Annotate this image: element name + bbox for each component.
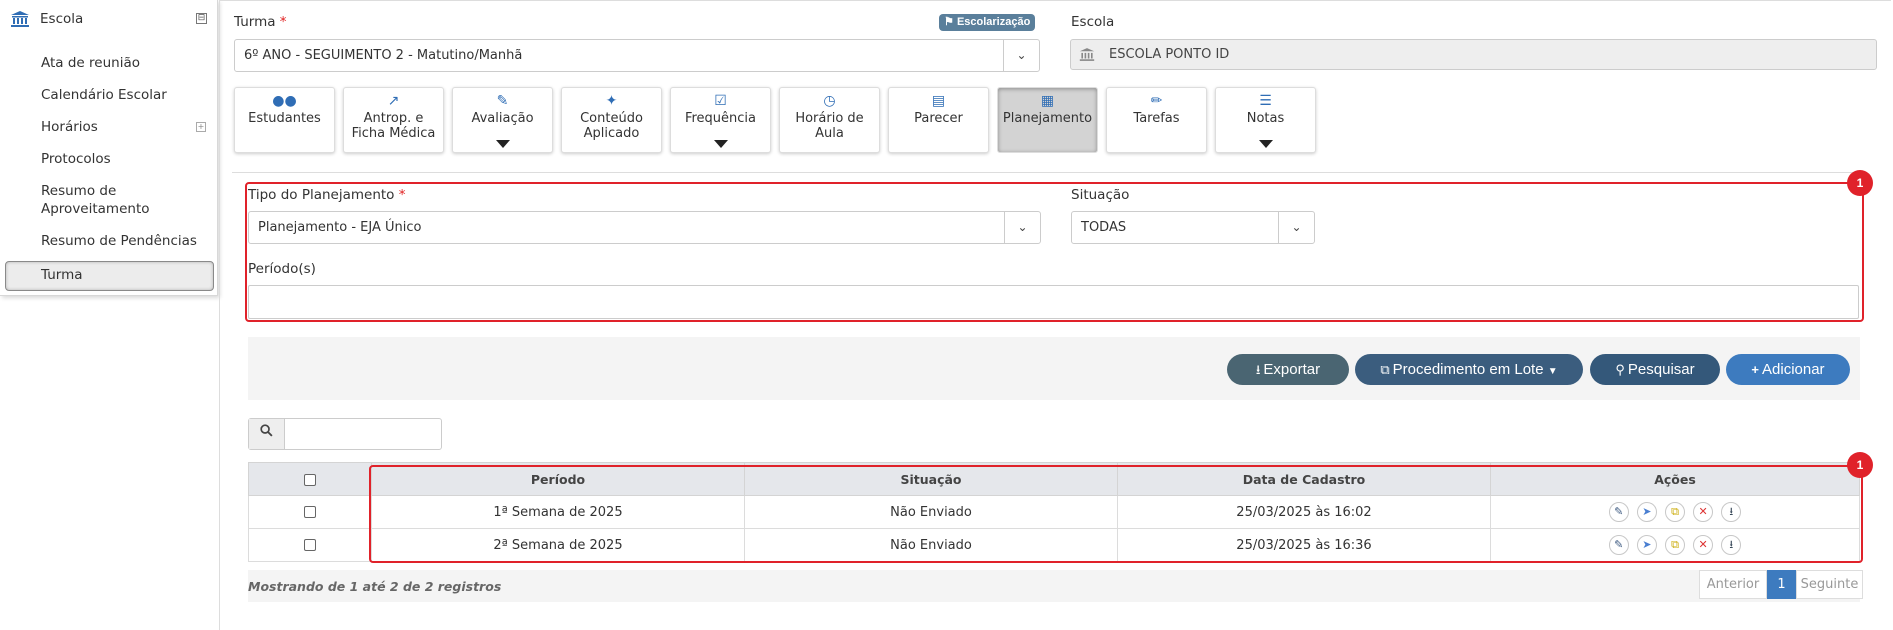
sidebar-item-label: Calendário Escolar — [41, 87, 167, 103]
copy-icon: ⧉ — [1380, 362, 1390, 377]
collapse-toggle-icon[interactable]: ⊟ — [196, 13, 207, 24]
row-checkbox[interactable] — [304, 506, 316, 518]
sidebar-item-turma[interactable]: Turma — [5, 261, 214, 291]
row-checkbox[interactable] — [304, 539, 316, 551]
sidebar-item-label: Resumo de Aproveitamento — [41, 183, 150, 217]
edit-icon: ✎ — [496, 93, 509, 109]
turma-label: Turma * — [234, 14, 287, 30]
tab-horario-de-aula[interactable]: ◷ Horário de Aula — [779, 87, 880, 153]
exportar-button[interactable]: ⭳ Exportar — [1227, 354, 1349, 385]
sidebar-item-label: Horários — [41, 119, 98, 135]
tab-notas[interactable]: ☰ Notas — [1215, 87, 1316, 153]
annotation-marker: 1 — [1847, 452, 1873, 478]
download-icon: ⭳ — [1255, 362, 1261, 377]
tab-frequencia[interactable]: ☑ Frequência — [670, 87, 771, 153]
row-select-cell — [248, 528, 372, 562]
annotation-box-filters — [245, 182, 1864, 322]
search-icon: ⚲ — [1615, 362, 1625, 377]
line-chart-icon: ↗ — [387, 93, 400, 109]
select-all-checkbox[interactable] — [304, 474, 316, 486]
bank-icon — [1079, 47, 1095, 66]
users-icon: ●● — [272, 93, 297, 109]
sidebar-item-label: Turma — [41, 267, 83, 283]
sidebar-item-label: Ata de reunião — [41, 55, 140, 71]
tab-parecer[interactable]: ▤ Parecer — [888, 87, 989, 153]
check-square-icon: ☑ — [714, 93, 727, 109]
table-search — [248, 418, 442, 450]
annotation-box-table — [369, 465, 1863, 563]
escola-label: Escola — [1071, 14, 1115, 30]
tab-planejamento[interactable]: ▦ Planejamento — [997, 87, 1098, 153]
pagination-next[interactable]: Seguinte — [1796, 570, 1863, 599]
tab-conteudo-aplicado[interactable]: ✦ Conteúdo Aplicado — [561, 87, 662, 153]
pagination-page-1[interactable]: 1 — [1767, 570, 1796, 599]
escola-field: ESCOLA PONTO ID — [1070, 39, 1877, 70]
search-input[interactable] — [287, 421, 437, 447]
sidebar-item-label: Resumo de Pendências — [41, 233, 197, 249]
book-icon: ▦ — [1040, 93, 1055, 109]
magic-wand-icon: ✦ — [605, 93, 618, 109]
caret-down-icon: ▼ — [1547, 366, 1558, 377]
clock-icon: ◷ — [823, 93, 836, 109]
sidebar-item-resumo-de-aproveitamento[interactable]: Resumo de Aproveitamento — [41, 182, 161, 218]
row-select-cell — [248, 495, 372, 529]
plus-icon: + — [1751, 362, 1760, 377]
sidebar-item-resumo-de-pendencias[interactable]: Resumo de Pendências — [41, 232, 197, 250]
sidebar-item-protocolos[interactable]: Protocolos — [41, 150, 111, 168]
sidebar-item-calendario-escolar[interactable]: Calendário Escolar — [41, 86, 167, 104]
records-info: Mostrando de 1 até 2 de 2 registros — [248, 579, 502, 594]
file-icon: ▤ — [931, 93, 946, 109]
pagination-prev[interactable]: Anterior — [1699, 570, 1767, 599]
sidebar-header-escola[interactable]: Escola ⊟ — [0, 0, 218, 40]
adicionar-button[interactable]: + Adicionar — [1726, 354, 1850, 385]
expand-icon[interactable]: + — [196, 122, 206, 132]
pencil-icon: ✏ — [1150, 93, 1163, 109]
sidebar-header-label: Escola — [40, 11, 84, 27]
caret-down-icon — [1259, 140, 1273, 148]
sidebar-item-label: Protocolos — [41, 151, 111, 167]
bank-icon — [10, 10, 30, 32]
sidebar: Escola ⊟ Ata de reunião Calendário Escol… — [0, 0, 218, 296]
annotation-marker: 1 — [1847, 170, 1873, 196]
tag-icon: ⚑ — [944, 16, 954, 28]
sidebar-item-ata-de-reuniao[interactable]: Ata de reunião — [41, 54, 140, 72]
caret-down-icon — [714, 140, 728, 148]
tab-avaliacao[interactable]: ✎ Avaliação — [452, 87, 553, 153]
turma-select[interactable]: 6º ANO - SEGUIMENTO 2 - Matutino/Manhã ⌄ — [234, 39, 1040, 72]
caret-down-icon — [496, 140, 510, 148]
tab-antrop-ficha-medica[interactable]: ↗ Antrop. e Ficha Médica — [343, 87, 444, 153]
chevron-down-icon: ⌄ — [1003, 40, 1039, 71]
pesquisar-button[interactable]: ⚲ Pesquisar — [1590, 354, 1720, 385]
search-icon[interactable] — [249, 419, 285, 449]
list-icon: ☰ — [1259, 93, 1272, 109]
tab-tarefas[interactable]: ✏ Tarefas — [1106, 87, 1207, 153]
escolarizacao-badge[interactable]: ⚑ Escolarização — [939, 14, 1036, 31]
select-all-cell — [248, 462, 372, 496]
tab-estudantes[interactable]: ●● Estudantes — [234, 87, 335, 153]
sidebar-item-horarios[interactable]: Horários + — [41, 118, 211, 136]
procedimento-em-lote-button[interactable]: ⧉ Procedimento em Lote ▼ — [1355, 354, 1583, 385]
